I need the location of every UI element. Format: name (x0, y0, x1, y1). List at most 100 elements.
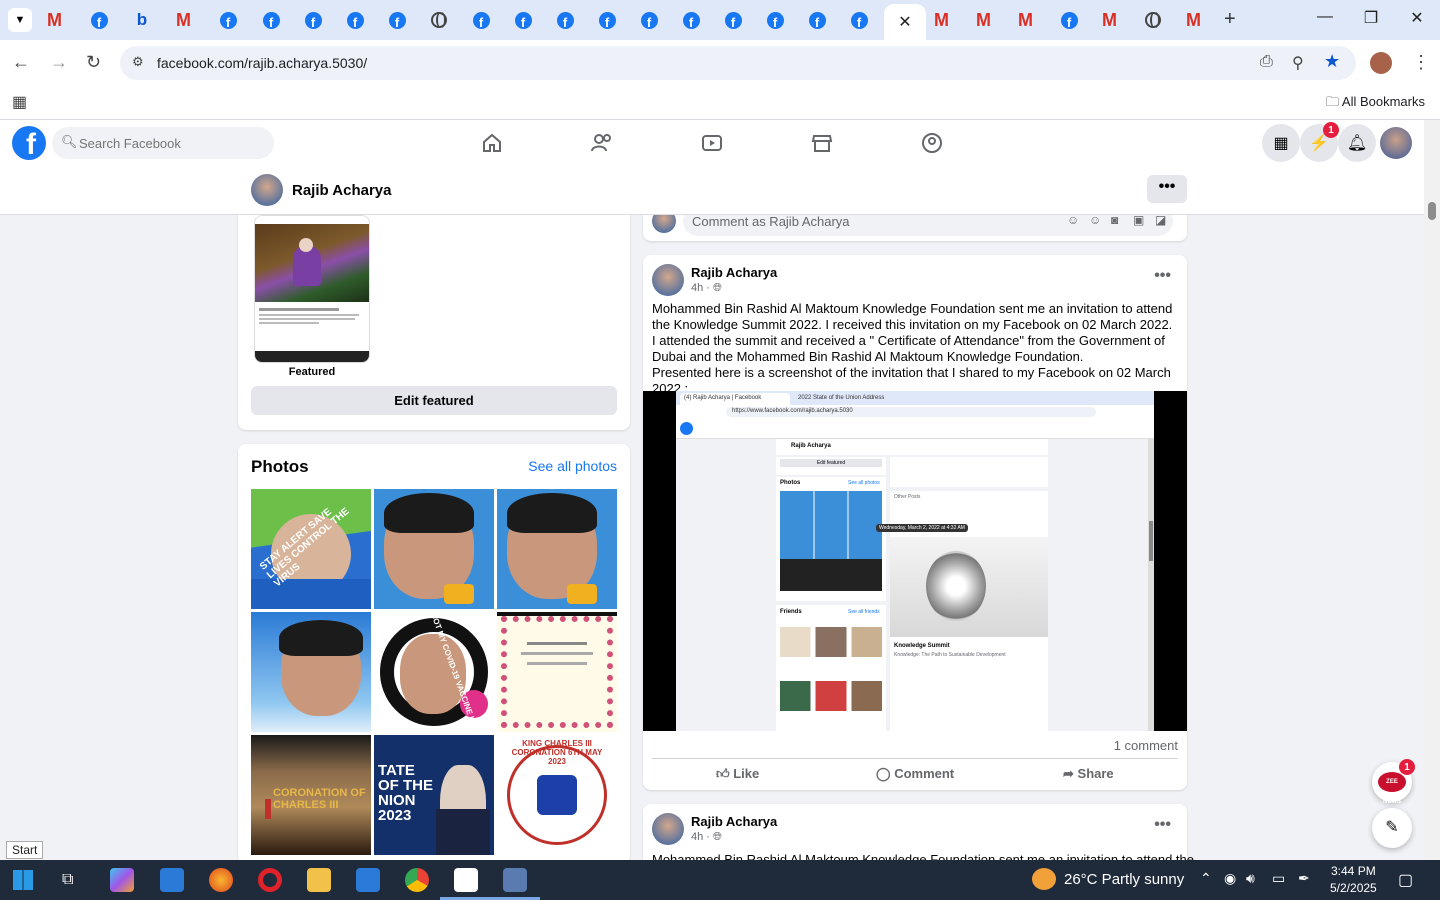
restore-button[interactable]: ❐ (1356, 8, 1386, 28)
nav-marketplace[interactable] (809, 130, 835, 156)
photo-thumbnail[interactable] (374, 489, 494, 609)
post-author-name[interactable]: Rajib Acharya (691, 814, 777, 829)
tab-gmail[interactable] (44, 8, 68, 32)
network-icon[interactable]: ▭ (1272, 870, 1285, 887)
pen-icon[interactable]: ✒ (1298, 870, 1310, 887)
address-bar[interactable]: ⚙ facebook.com/rajib.acharya.5030/ ⎙ ⚲ ★ (120, 46, 1356, 80)
tab-bing[interactable]: b (130, 8, 154, 32)
reload-button[interactable]: ↻ (86, 52, 101, 73)
tab-facebook[interactable]: f (679, 8, 703, 32)
chrome-icon[interactable] (405, 868, 429, 892)
browser-profile-avatar[interactable] (1370, 52, 1392, 74)
profile-name[interactable]: Rajib Acharya (292, 182, 392, 199)
store-icon[interactable] (356, 868, 380, 892)
menu-button[interactable]: ▦ (1262, 124, 1300, 162)
tab-facebook[interactable]: f (595, 8, 619, 32)
photo-thumbnail[interactable] (497, 612, 617, 732)
comment-button[interactable]: ◯ Comment (876, 766, 954, 782)
page-scrollbar[interactable] (1424, 120, 1440, 860)
weather-text[interactable]: 26°C Partly sunny (1064, 871, 1184, 888)
tab-facebook[interactable]: f (1057, 8, 1081, 32)
tab-facebook[interactable]: f (259, 8, 283, 32)
tab-gmail[interactable] (1099, 8, 1123, 32)
tab-facebook[interactable]: f (87, 8, 111, 32)
edit-featured-button[interactable]: Edit featured (251, 386, 617, 415)
record-icon[interactable]: ◉ (1224, 870, 1236, 887)
new-message-button[interactable]: ✎ (1372, 808, 1412, 848)
tab-web[interactable] (427, 8, 451, 32)
tab-facebook[interactable]: f (805, 8, 829, 32)
post-timestamp[interactable]: 4h · 🌐︎ (691, 831, 722, 844)
comment-count-link[interactable]: 1 comment (1114, 738, 1178, 753)
tab-facebook[interactable]: f (343, 8, 367, 32)
featured-thumbnail[interactable] (254, 215, 370, 363)
tab-facebook[interactable]: f (301, 8, 325, 32)
photo-thumbnail[interactable]: KING CHARLES III CORONATION 6TH MAY 2023 (497, 735, 617, 855)
task-view-icon[interactable]: ⧉ (62, 871, 73, 889)
tab-facebook[interactable]: f (553, 8, 577, 32)
scrollbar-thumb[interactable] (1428, 202, 1436, 220)
windows-start-icon[interactable] (13, 870, 33, 890)
camera-icon[interactable]: ◙ (1111, 213, 1118, 227)
back-button[interactable]: ← (12, 52, 30, 73)
post-more-button[interactable]: ••• (1154, 816, 1171, 834)
tab-facebook[interactable]: f (847, 8, 871, 32)
bookmark-star-icon[interactable]: ★ (1324, 51, 1340, 72)
tab-facebook[interactable]: f (469, 8, 493, 32)
tab-search-button[interactable]: ▼ (8, 8, 32, 32)
post-timestamp[interactable]: 4h · 🌐︎ (691, 282, 722, 295)
file-explorer-icon[interactable] (307, 868, 331, 892)
site-info-icon[interactable]: ⚙ (132, 54, 144, 70)
opera-icon[interactable] (258, 868, 282, 892)
tab-facebook[interactable]: f (637, 8, 661, 32)
tab-active-close-icon[interactable]: ✕ (884, 4, 926, 40)
chevron-up-icon[interactable]: ⌃ (1200, 870, 1212, 887)
photo-thumbnail[interactable]: CORONATION OF CHARLES III (251, 735, 371, 855)
post-author-name[interactable]: Rajib Acharya (691, 265, 777, 280)
profile-more-button[interactable]: ••• (1147, 175, 1187, 203)
apps-grid-icon[interactable]: ▦ (12, 92, 27, 112)
photo-thumbnail[interactable]: TATE OF THE NION 2023 (374, 735, 494, 855)
share-button[interactable]: ➦ Share (1063, 766, 1114, 782)
nav-home[interactable] (479, 130, 505, 156)
tab-gmail[interactable] (173, 8, 197, 32)
tab-facebook[interactable]: f (385, 8, 409, 32)
close-window-button[interactable]: ✕ (1402, 8, 1432, 28)
facebook-logo[interactable]: f (12, 126, 46, 160)
tab-web[interactable] (1141, 8, 1165, 32)
sticker-icon[interactable]: ◪ (1155, 213, 1166, 227)
zoom-icon[interactable]: ⚲ (1292, 53, 1304, 73)
firefox-icon[interactable] (209, 868, 233, 892)
tab-facebook[interactable]: f (216, 8, 240, 32)
minimize-button[interactable]: — (1310, 8, 1340, 26)
tab-gmail[interactable] (1015, 8, 1039, 32)
gif-icon[interactable]: ▣ (1133, 213, 1144, 227)
tab-gmail[interactable] (1183, 8, 1207, 32)
account-avatar[interactable] (1380, 127, 1412, 159)
post-author-avatar[interactable] (652, 264, 684, 296)
photo-thumbnail[interactable] (497, 489, 617, 609)
post-image[interactable]: (4) Rajib Acharya | Facebook 2022 State … (643, 391, 1187, 731)
all-bookmarks-button[interactable]: 🗀 All Bookmarks (1326, 93, 1425, 115)
post-more-button[interactable]: ••• (1154, 267, 1171, 285)
tab-facebook[interactable]: f (721, 8, 745, 32)
facebook-search[interactable]: 🔍︎ (52, 127, 274, 159)
profile-avatar[interactable] (251, 174, 283, 206)
weather-icon[interactable] (1032, 868, 1056, 890)
notifications-button[interactable]: 🔔︎ (1338, 124, 1376, 162)
clock[interactable]: 3:44 PM 5/2/2025 (1330, 863, 1377, 897)
photo-thumbnail[interactable]: I GOT MY COVID-19 VACCINE UNICEF (374, 612, 494, 732)
forward-button[interactable]: → (50, 52, 68, 73)
see-all-photos-link[interactable]: See all photos (528, 458, 617, 474)
like-button[interactable]: 👍︎ Like (716, 766, 759, 782)
emoji-icon[interactable]: ☺ (1089, 213, 1101, 227)
nav-friends[interactable] (589, 130, 615, 156)
search-input[interactable] (79, 127, 269, 159)
app-icon[interactable] (503, 868, 527, 892)
photo-thumbnail[interactable]: STAY ALERT SAVE LIVES CONTROL THE VIRUS (251, 489, 371, 609)
photo-thumbnail[interactable] (251, 612, 371, 732)
browser-menu-icon[interactable]: ⋮ (1412, 52, 1430, 73)
post-author-avatar[interactable] (652, 813, 684, 845)
install-app-icon[interactable]: ⎙ (1260, 53, 1273, 71)
volume-icon[interactable]: 🔊︎ (1246, 870, 1255, 887)
